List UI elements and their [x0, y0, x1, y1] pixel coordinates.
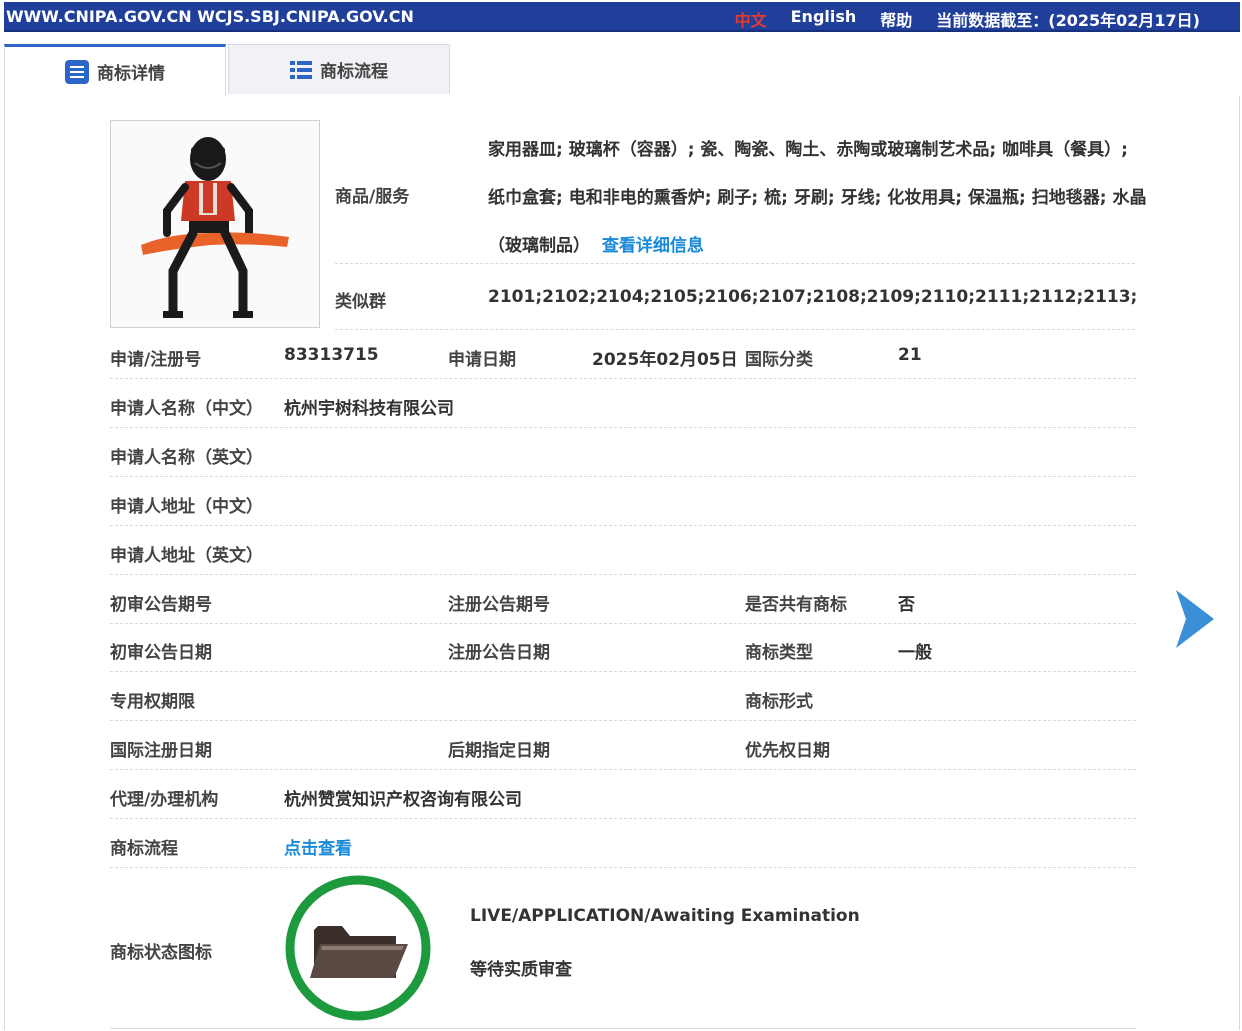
intl-class-label: 国际分类	[745, 350, 813, 370]
reg-notice-date-label: 注册公告日期	[448, 643, 550, 663]
process-view-link[interactable]: 点击查看	[284, 834, 352, 859]
list-icon	[290, 60, 312, 80]
prelim-date-label: 初审公告日期	[110, 643, 212, 663]
status-cn: 等待实质审查	[470, 960, 572, 980]
applicant-en-label: 申请人名称（英文）	[110, 448, 263, 468]
site-url: WWW.CNIPA.GOV.CN WCJS.SBJ.CNIPA.GOV.CN	[6, 7, 414, 26]
process-label: 商标流程	[110, 839, 178, 859]
help-link[interactable]: 帮助	[880, 7, 912, 31]
divider	[110, 476, 1136, 477]
top-bar: WWW.CNIPA.GOV.CN WCJS.SBJ.CNIPA.GOV.CN 中…	[4, 2, 1240, 32]
divider	[110, 378, 1136, 379]
app-date-value: 2025年02月05日	[592, 350, 738, 370]
document-icon	[65, 59, 89, 84]
address-en-label: 申请人地址（英文）	[110, 546, 263, 566]
shared-value: 否	[898, 595, 915, 615]
app-date-label: 申请日期	[448, 350, 516, 370]
intl-reg-date-label: 国际注册日期	[110, 741, 212, 761]
tm-form-label: 商标形式	[745, 692, 813, 712]
divider	[110, 818, 1136, 819]
divider	[110, 720, 1136, 721]
divider	[110, 867, 1136, 868]
goods-line-text: （玻璃制品）	[488, 236, 590, 256]
divider	[110, 769, 1136, 770]
agent-label: 代理/办理机构	[110, 790, 219, 810]
tab-label: 商标详情	[97, 64, 165, 84]
goods-services-label: 商品/服务	[335, 187, 410, 207]
agent-value: 杭州赞赏知识产权咨询有限公司	[284, 790, 522, 810]
divider	[335, 263, 1135, 264]
tm-type-value: 一般	[898, 643, 932, 663]
next-arrow-icon[interactable]	[1174, 588, 1216, 650]
divider	[335, 329, 1135, 330]
tab-label: 商标流程	[320, 62, 388, 82]
divider	[110, 671, 1136, 672]
address-cn-label: 申请人地址（中文）	[110, 497, 263, 517]
tm-type-label: 商标类型	[745, 643, 813, 663]
divider	[110, 623, 1136, 624]
tab-trademark-process[interactable]: 商标流程	[228, 44, 450, 94]
applicant-cn-value: 杭州宇树科技有限公司	[284, 399, 454, 419]
status-icon-label: 商标状态图标	[110, 943, 212, 963]
divider	[110, 574, 1136, 575]
view-details-link[interactable]: 查看详细信息	[602, 236, 704, 256]
folder-icon	[284, 874, 432, 1022]
similar-group-value: 2101;2102;2104;2105;2106;2107;2108;2109;…	[488, 287, 1138, 307]
similar-group-label: 类似群	[335, 292, 386, 312]
data-as-of: 当前数据截至：(2025年02月17日)	[936, 11, 1200, 30]
reg-no-value: 83313715	[284, 345, 379, 365]
trademark-figure	[141, 137, 289, 318]
divider	[110, 427, 1136, 428]
divider	[110, 1028, 1136, 1029]
applicant-cn-label: 申请人名称（中文）	[110, 399, 263, 419]
tab-bar: 商标详情 商标流程	[4, 44, 1240, 97]
later-designation-label: 后期指定日期	[448, 741, 550, 761]
reg-no-label: 申请/注册号	[110, 350, 202, 370]
exclusive-term-label: 专用权期限	[110, 692, 195, 712]
lang-en-link[interactable]: English	[791, 7, 857, 31]
shared-label: 是否共有商标	[745, 595, 847, 615]
goods-line: 家用器皿; 玻璃杯（容器）; 瓷、陶瓷、陶土、赤陶或玻璃制艺术品; 咖啡具（餐具…	[488, 140, 1128, 160]
divider	[110, 525, 1136, 526]
prelim-no-label: 初审公告期号	[110, 595, 212, 615]
status-en: LIVE/APPLICATION/Awaiting Examination	[470, 906, 860, 926]
lang-cn-link[interactable]: 中文	[735, 7, 767, 31]
trademark-image	[110, 120, 320, 328]
top-links: 中文 English 帮助 当前数据截至：(2025年02月17日)	[735, 7, 1200, 31]
goods-line: 纸巾盒套; 电和非电的熏香炉; 刷子; 梳; 牙刷; 牙线; 化妆用具; 保温瓶…	[488, 188, 1147, 208]
goods-services-value: 家用器皿; 玻璃杯（容器）; 瓷、陶瓷、陶土、赤陶或玻璃制艺术品; 咖啡具（餐具…	[488, 126, 1147, 270]
tab-trademark-detail[interactable]: 商标详情	[4, 44, 226, 96]
priority-date-label: 优先权日期	[745, 741, 830, 761]
reg-notice-no-label: 注册公告期号	[448, 595, 550, 615]
intl-class-value: 21	[898, 345, 922, 365]
